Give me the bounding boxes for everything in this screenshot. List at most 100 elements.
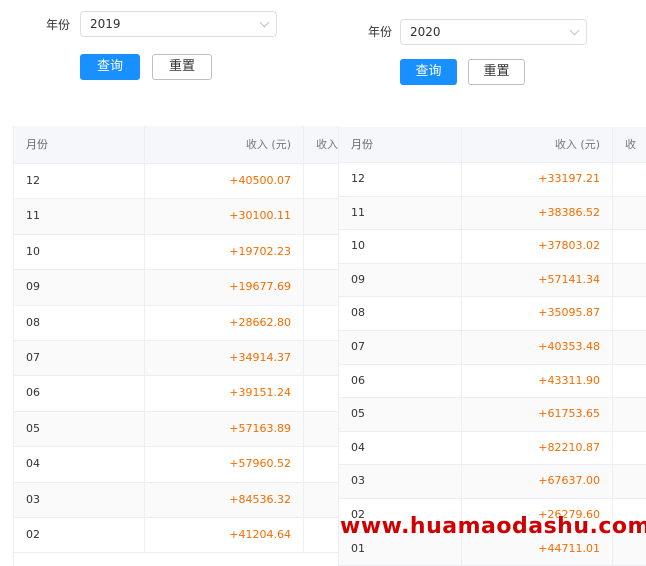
column-header-month[interactable]: 月份 [339, 127, 462, 162]
table-row[interactable]: 07 +40353.48 [339, 331, 646, 365]
table-row[interactable]: 05 +57163.89 [14, 411, 339, 448]
income-cell: +43311.90 [462, 364, 613, 398]
income-cell: +28662.80 [145, 305, 304, 340]
income-cell: +61753.65 [462, 398, 613, 431]
table-row[interactable]: 03 +67637.00 [339, 465, 646, 499]
month-cell: 09 [339, 263, 462, 297]
extra-cell [613, 331, 646, 364]
month-cell: 10 [339, 230, 462, 263]
month-cell: 08 [339, 297, 462, 330]
extra-cell [304, 376, 339, 410]
table-header: 月份 收入 (元) 收入 [14, 126, 339, 164]
extra-cell [304, 164, 339, 198]
month-cell: 04 [14, 447, 145, 482]
month-cell: 06 [14, 376, 145, 411]
year-select-value: 2020 [410, 25, 441, 39]
income-cell: +84536.32 [145, 482, 304, 517]
income-cell: +19702.23 [145, 234, 304, 270]
column-header-income[interactable]: 收入 (元) [145, 126, 304, 163]
extra-cell [304, 270, 339, 304]
month-cell: 11 [339, 196, 462, 230]
extra-cell [304, 306, 339, 340]
income-cell: +39151.24 [145, 376, 304, 411]
income-cell: +40353.48 [462, 331, 613, 364]
income-cell: +30100.11 [145, 199, 304, 234]
table-row[interactable]: 04 +82210.87 [339, 431, 646, 466]
extra-cell [613, 465, 646, 498]
year-label: 年份 [368, 25, 393, 39]
extra-cell [304, 199, 339, 233]
income-cell: +41204.64 [145, 518, 304, 553]
income-cell: +38386.52 [462, 196, 613, 230]
year-label: 年份 [46, 18, 71, 32]
extra-cell [304, 341, 339, 375]
year-select[interactable]: 2020 [400, 19, 587, 45]
extra-cell [613, 264, 646, 297]
table-row[interactable]: 06 +43311.90 [339, 364, 646, 399]
chevron-down-icon [259, 17, 270, 28]
table-row[interactable]: 11 +38386.52 [339, 196, 646, 231]
extra-cell [613, 197, 646, 230]
table-row[interactable]: 12 +40500.07 [14, 164, 339, 200]
extra-cell [613, 297, 646, 330]
extra-cell [613, 163, 646, 196]
column-header-month[interactable]: 月份 [14, 126, 145, 163]
extra-cell [613, 365, 646, 398]
extra-cell [304, 447, 339, 481]
table-row[interactable]: 04 +57960.52 [14, 447, 339, 483]
extra-cell [613, 230, 646, 263]
extra-cell [304, 483, 339, 517]
table-row[interactable]: 09 +57141.34 [339, 263, 646, 298]
column-header-income[interactable]: 收入 (元) [462, 127, 613, 162]
income-cell: +19677.69 [145, 270, 304, 305]
month-cell: 11 [14, 199, 145, 234]
table-row[interactable]: 05 +61753.65 [339, 398, 646, 432]
month-cell: 07 [339, 331, 462, 364]
table-row[interactable]: 10 +19702.23 [14, 234, 339, 271]
extra-cell [613, 398, 646, 431]
income-panel-2019: 年份 2019 查询 重置 月份 收入 (元) 收入 12 +40500.07 11… [0, 0, 339, 566]
income-cell: +33197.21 [462, 163, 613, 196]
year-select[interactable]: 2019 [80, 11, 277, 37]
table-row[interactable]: 06 +39151.24 [14, 376, 339, 412]
extra-cell [304, 518, 339, 552]
table-row[interactable]: 03 +84536.32 [14, 482, 339, 518]
income-cell: +57163.89 [145, 411, 304, 447]
column-header-extra[interactable]: 收 [613, 127, 646, 162]
table-row[interactable]: 08 +28662.80 [14, 305, 339, 341]
month-cell: 12 [339, 163, 462, 196]
table-row[interactable]: 02 +41204.64 [14, 518, 339, 554]
income-cell: +40500.07 [145, 164, 304, 199]
month-cell: 06 [339, 364, 462, 398]
income-cell: +57960.52 [145, 447, 304, 482]
income-cell: +35095.87 [462, 297, 613, 330]
month-cell: 10 [14, 234, 145, 270]
chevron-down-icon [569, 25, 580, 36]
extra-cell [304, 412, 339, 446]
month-cell: 08 [14, 305, 145, 340]
month-cell: 04 [339, 431, 462, 465]
extra-cell [613, 432, 646, 465]
table-row[interactable]: 09 +19677.69 [14, 270, 339, 306]
query-button[interactable]: 查询 [400, 59, 457, 85]
reset-button[interactable]: 重置 [152, 54, 212, 80]
table-row[interactable]: 10 +37803.02 [339, 230, 646, 264]
month-cell: 05 [339, 398, 462, 431]
table-row[interactable]: 07 +34914.37 [14, 341, 339, 377]
watermark: www.huamaodashu.com [340, 514, 646, 539]
income-table: 月份 收入 (元) 收入 12 +40500.07 11 +30100.11 10 +19… [13, 126, 339, 566]
table-row[interactable]: 12 +33197.21 [339, 163, 646, 197]
income-panel-2020: 年份 2020 查询 重置 月份 收入 (元) 收 12 +33197.21 11 +… [338, 0, 646, 566]
extra-cell [304, 235, 339, 269]
query-button[interactable]: 查询 [80, 54, 140, 80]
table-row[interactable]: 08 +35095.87 [339, 297, 646, 331]
income-cell: +57141.34 [462, 263, 613, 297]
income-cell: +37803.02 [462, 230, 613, 263]
column-header-extra[interactable]: 收入 [304, 126, 339, 163]
month-cell: 03 [14, 482, 145, 517]
income-cell: +82210.87 [462, 431, 613, 465]
table-row[interactable]: 11 +30100.11 [14, 199, 339, 235]
month-cell: 03 [339, 465, 462, 498]
income-cell: +67637.00 [462, 465, 613, 498]
reset-button[interactable]: 重置 [468, 59, 525, 85]
